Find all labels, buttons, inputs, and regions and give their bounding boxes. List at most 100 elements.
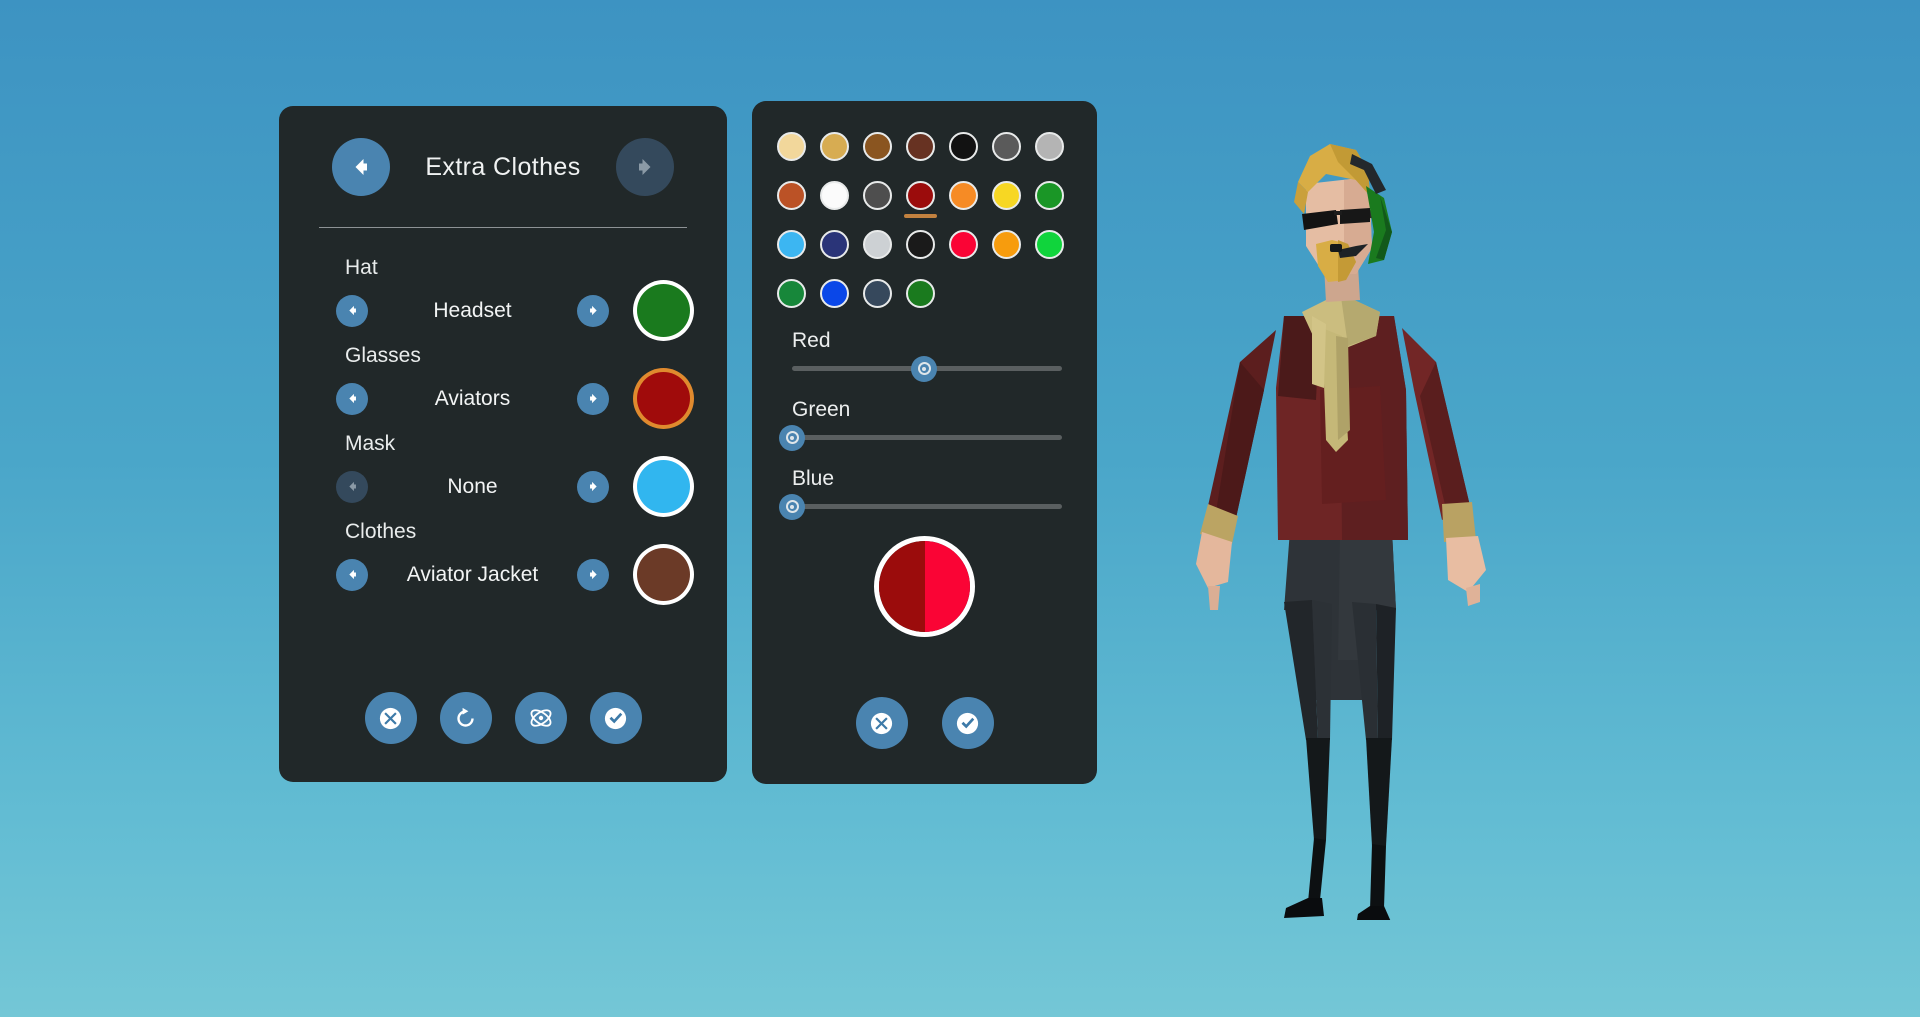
palette-swatch[interactable] — [858, 274, 897, 313]
circle-x-icon — [870, 712, 893, 734]
palette-swatch[interactable] — [987, 127, 1026, 166]
palette-swatch[interactable] — [901, 127, 940, 166]
character-leg-right-upper-2 — [1376, 604, 1396, 740]
clothes-value: Aviator Jacket — [406, 562, 539, 586]
palette-swatch[interactable] — [1030, 176, 1069, 215]
arrow-right-icon — [589, 305, 597, 316]
circle-check-icon — [604, 707, 627, 729]
clothes-prev-button[interactable] — [336, 558, 368, 591]
option-row: None — [279, 460, 727, 513]
character-preview — [1180, 140, 1500, 926]
character-model — [1196, 144, 1486, 926]
palette-swatch[interactable] — [1030, 225, 1069, 264]
palette-swatch-dot — [949, 230, 978, 259]
color-palette — [752, 101, 1082, 323]
palette-swatch[interactable] — [858, 127, 897, 166]
confirm-button[interactable] — [589, 692, 642, 744]
slider-blue: Blue — [752, 467, 1097, 520]
palette-swatch-dot — [1035, 132, 1064, 161]
palette-swatch[interactable] — [772, 225, 811, 264]
glasses-next-button[interactable] — [577, 382, 609, 415]
palette-swatch[interactable] — [944, 176, 983, 215]
slider-track[interactable] — [792, 355, 1062, 382]
character-glasses-bridge — [1334, 211, 1342, 215]
palette-swatch[interactable] — [944, 225, 983, 264]
thumb-ring-icon — [785, 500, 799, 513]
slider-thumb[interactable] — [779, 424, 805, 451]
arrow-right-icon — [639, 159, 651, 175]
hat-color-swatch[interactable] — [637, 284, 690, 337]
palette-swatch[interactable] — [815, 127, 854, 166]
hat-value: Headset — [433, 298, 512, 322]
palette-swatch[interactable] — [858, 176, 897, 215]
confirm-button[interactable] — [941, 697, 994, 749]
palette-swatch[interactable] — [772, 127, 811, 166]
character-scarf-tail-shade — [1336, 336, 1350, 440]
palette-swatch-dot — [906, 132, 935, 161]
palette-swatch-dot — [820, 132, 849, 161]
slider-track[interactable] — [779, 493, 1062, 520]
palette-swatch-dot — [992, 132, 1021, 161]
palette-swatch[interactable] — [987, 176, 1026, 215]
hat-next-button[interactable] — [577, 294, 609, 327]
mask-next-button[interactable] — [577, 470, 609, 503]
character-hand-left — [1196, 532, 1232, 588]
character-hand-right — [1446, 536, 1486, 592]
reset-button[interactable] — [439, 692, 492, 744]
cancel-button[interactable] — [364, 692, 417, 744]
mask-color-swatch[interactable] — [637, 460, 690, 513]
color-preview-old — [879, 541, 925, 632]
panel-title: Extra Clothes — [425, 152, 581, 181]
slider-thumb[interactable] — [911, 355, 938, 382]
clothes-color-swatch[interactable] — [637, 548, 690, 601]
arrow-left-icon — [348, 481, 356, 492]
mask-prev-button[interactable] — [336, 470, 368, 503]
palette-swatch[interactable] — [901, 225, 940, 264]
palette-swatch[interactable] — [772, 176, 811, 215]
arrow-right-icon — [589, 569, 597, 580]
randomize-button[interactable] — [514, 692, 567, 744]
hat-prev-button[interactable] — [336, 294, 368, 327]
slider-label: Red — [792, 329, 831, 352]
palette-swatch[interactable] — [772, 274, 811, 313]
option-group-hat: Hat Headset — [279, 255, 727, 343]
palette-swatch-dot — [820, 279, 849, 308]
cancel-button[interactable] — [855, 697, 908, 749]
character-boot-left — [1284, 898, 1324, 918]
character-leg-right-shin — [1370, 844, 1386, 910]
next-category-button[interactable] — [616, 138, 674, 196]
palette-swatch[interactable] — [815, 176, 854, 215]
palette-swatch[interactable] — [858, 225, 897, 264]
option-group-mask: Mask None — [279, 431, 727, 519]
palette-swatch[interactable] — [1030, 127, 1069, 166]
palette-swatch-dot — [777, 132, 806, 161]
slider-thumb[interactable] — [779, 493, 805, 520]
palette-swatch-dot — [906, 279, 935, 308]
option-row: Aviator Jacket — [279, 548, 727, 601]
color-preview — [752, 536, 1097, 637]
character-cuff-right — [1442, 502, 1476, 542]
glasses-value: Aviators — [434, 386, 511, 410]
palette-swatch[interactable] — [815, 225, 854, 264]
palette-swatch-dot — [863, 181, 892, 210]
prev-category-button[interactable] — [332, 138, 390, 196]
slider-red: Red — [752, 329, 1097, 382]
arrow-right-icon — [589, 481, 597, 492]
palette-swatch-dot — [949, 132, 978, 161]
palette-swatch[interactable] — [901, 176, 940, 218]
slider-green: Green — [752, 398, 1097, 451]
atom-icon — [530, 709, 551, 727]
character-finger-left — [1208, 586, 1220, 610]
palette-swatch-dot — [863, 132, 892, 161]
mask-value: None — [447, 474, 498, 498]
palette-swatch[interactable] — [944, 127, 983, 166]
palette-swatch[interactable] — [987, 225, 1026, 264]
glasses-prev-button[interactable] — [336, 382, 368, 415]
palette-swatch[interactable] — [815, 274, 854, 313]
palette-swatch[interactable] — [901, 274, 940, 313]
palette-swatch-dot — [863, 230, 892, 259]
color-preview-new — [924, 541, 970, 632]
clothes-next-button[interactable] — [577, 558, 609, 591]
slider-track[interactable] — [779, 424, 1062, 451]
glasses-color-swatch[interactable] — [637, 372, 690, 425]
